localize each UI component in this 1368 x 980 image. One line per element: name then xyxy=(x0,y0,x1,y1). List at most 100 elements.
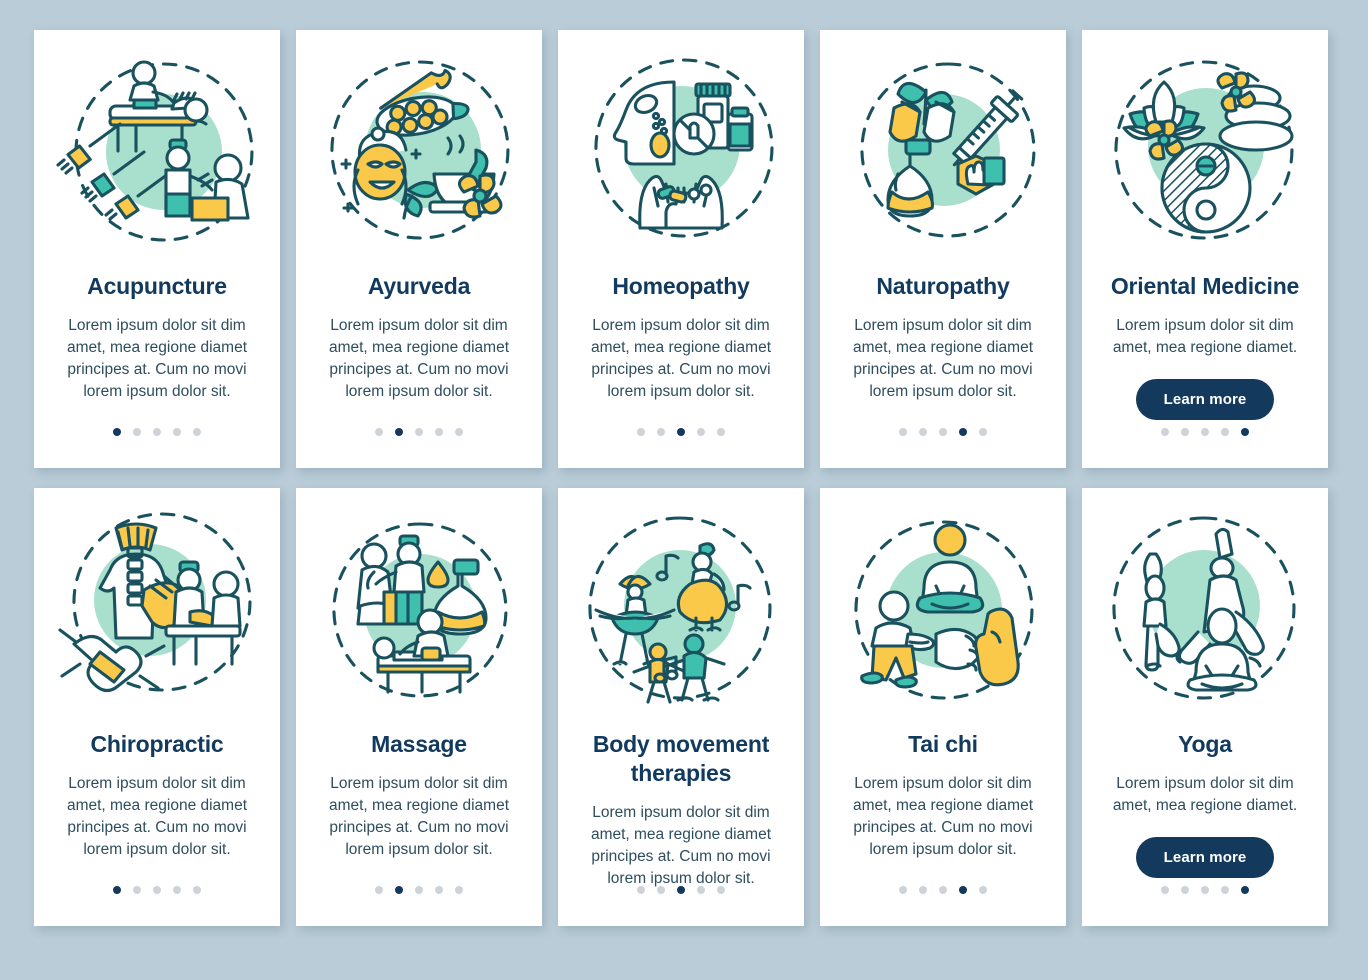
pagination-dot[interactable] xyxy=(375,886,383,894)
pagination-dot[interactable] xyxy=(193,886,201,894)
pagination-dots xyxy=(820,886,1066,894)
ayurveda-illustration xyxy=(308,42,530,256)
card-description: Lorem ipsum dolor sit dim amet, mea regi… xyxy=(590,804,772,887)
onboarding-card-ayurveda[interactable]: Ayurveda Lorem ipsum dolor sit dim amet,… xyxy=(296,30,542,468)
card-title: Chiropractic xyxy=(90,731,224,757)
pagination-dot[interactable] xyxy=(375,428,383,436)
pagination-dot[interactable] xyxy=(899,428,907,436)
pagination-dot[interactable] xyxy=(899,886,907,894)
card-description: Lorem ipsum dolor sit dim amet, mea regi… xyxy=(1112,775,1298,814)
card-description: Lorem ipsum dolor sit dim amet, mea regi… xyxy=(328,775,510,858)
pagination-dot[interactable] xyxy=(113,428,121,436)
pagination-dot[interactable] xyxy=(1161,886,1169,894)
onboarding-card-homeopathy[interactable]: Homeopathy Lorem ipsum dolor sit dim ame… xyxy=(558,30,804,468)
pagination-dots xyxy=(558,886,804,894)
pagination-dot[interactable] xyxy=(939,886,947,894)
pagination-dot[interactable] xyxy=(173,428,181,436)
pagination-dot[interactable] xyxy=(637,886,645,894)
card-title: Naturopathy xyxy=(876,273,1010,299)
card-title: Massage xyxy=(371,731,467,757)
pagination-dot[interactable] xyxy=(1201,886,1209,894)
pagination-dots xyxy=(296,886,542,894)
onboarding-screens-board: Acupuncture Lorem ipsum dolor sit dim am… xyxy=(0,0,1368,980)
pagination-dot[interactable] xyxy=(455,428,463,436)
pagination-dot[interactable] xyxy=(1181,428,1189,436)
pagination-dots xyxy=(34,428,280,436)
pagination-dot[interactable] xyxy=(1221,886,1229,894)
pagination-dot[interactable] xyxy=(173,886,181,894)
tai-chi-illustration xyxy=(832,500,1054,714)
pagination-dot[interactable] xyxy=(1201,428,1209,436)
pagination-dot[interactable] xyxy=(697,428,705,436)
pagination-dot[interactable] xyxy=(657,428,665,436)
card-title: Yoga xyxy=(1178,731,1232,757)
pagination-dot[interactable] xyxy=(415,886,423,894)
pagination-dot[interactable] xyxy=(979,886,987,894)
onboarding-card-acupuncture[interactable]: Acupuncture Lorem ipsum dolor sit dim am… xyxy=(34,30,280,468)
pagination-dot[interactable] xyxy=(1241,886,1249,894)
card-title: Acupuncture xyxy=(87,273,227,299)
pagination-dot[interactable] xyxy=(959,886,967,894)
yoga-illustration xyxy=(1094,500,1316,714)
learn-more-button[interactable]: Learn more xyxy=(1135,837,1275,878)
pagination-dot[interactable] xyxy=(677,886,685,894)
pagination-dot[interactable] xyxy=(637,428,645,436)
pagination-dot[interactable] xyxy=(919,428,927,436)
onboarding-card-massage[interactable]: Massage Lorem ipsum dolor sit dim amet, … xyxy=(296,488,542,926)
card-description: Lorem ipsum dolor sit dim amet, mea regi… xyxy=(852,317,1034,400)
pagination-dot[interactable] xyxy=(1161,428,1169,436)
acupuncture-illustration xyxy=(46,42,268,256)
pagination-dot[interactable] xyxy=(677,428,685,436)
oriental-medicine-illustration xyxy=(1094,42,1316,256)
onboarding-card-body-movement-therapies[interactable]: Body movement therapies Lorem ipsum dolo… xyxy=(558,488,804,926)
pagination-dot[interactable] xyxy=(1241,428,1249,436)
pagination-dot[interactable] xyxy=(657,886,665,894)
pagination-dot[interactable] xyxy=(919,886,927,894)
pagination-dot[interactable] xyxy=(717,428,725,436)
pagination-dot[interactable] xyxy=(133,886,141,894)
massage-illustration xyxy=(308,500,530,714)
card-title: Tai chi xyxy=(908,731,978,757)
pagination-dot[interactable] xyxy=(959,428,967,436)
pagination-dot[interactable] xyxy=(113,886,121,894)
pagination-dot[interactable] xyxy=(979,428,987,436)
onboarding-card-tai-chi[interactable]: Tai chi Lorem ipsum dolor sit dim amet, … xyxy=(820,488,1066,926)
naturopathy-illustration xyxy=(832,42,1054,256)
body-movement-therapies-illustration xyxy=(570,500,792,714)
card-description: Lorem ipsum dolor sit dim amet, mea regi… xyxy=(852,775,1034,858)
onboarding-card-oriental-medicine[interactable]: Oriental Medicine Lorem ipsum dolor sit … xyxy=(1082,30,1328,468)
pagination-dot[interactable] xyxy=(133,428,141,436)
pagination-dot[interactable] xyxy=(153,886,161,894)
pagination-dots xyxy=(820,428,1066,436)
chiropractic-illustration xyxy=(46,500,268,714)
pagination-dots xyxy=(1082,886,1328,894)
pagination-dot[interactable] xyxy=(395,428,403,436)
pagination-dot[interactable] xyxy=(435,886,443,894)
pagination-dot[interactable] xyxy=(455,886,463,894)
pagination-dots xyxy=(1082,428,1328,436)
pagination-dots xyxy=(296,428,542,436)
card-title: Oriental Medicine xyxy=(1110,273,1300,299)
card-description: Lorem ipsum dolor sit dim amet, mea regi… xyxy=(590,317,772,400)
card-description: Lorem ipsum dolor sit dim amet, mea regi… xyxy=(328,317,510,400)
card-title: Ayurveda xyxy=(367,273,471,299)
onboarding-card-naturopathy[interactable]: Naturopathy Lorem ipsum dolor sit dim am… xyxy=(820,30,1066,468)
cards-grid: Acupuncture Lorem ipsum dolor sit dim am… xyxy=(34,30,1334,926)
homeopathy-illustration xyxy=(570,42,792,256)
pagination-dot[interactable] xyxy=(1181,886,1189,894)
pagination-dot[interactable] xyxy=(395,886,403,894)
card-description: Lorem ipsum dolor sit dim amet, mea regi… xyxy=(66,775,248,858)
pagination-dots xyxy=(558,428,804,436)
onboarding-card-chiropractic[interactable]: Chiropractic Lorem ipsum dolor sit dim a… xyxy=(34,488,280,926)
pagination-dot[interactable] xyxy=(1221,428,1229,436)
pagination-dot[interactable] xyxy=(153,428,161,436)
card-description: Lorem ipsum dolor sit dim amet, mea regi… xyxy=(66,317,248,400)
learn-more-button[interactable]: Learn more xyxy=(1135,379,1275,420)
onboarding-card-yoga[interactable]: Yoga Lorem ipsum dolor sit dim amet, mea… xyxy=(1082,488,1328,926)
pagination-dot[interactable] xyxy=(717,886,725,894)
pagination-dot[interactable] xyxy=(415,428,423,436)
pagination-dot[interactable] xyxy=(939,428,947,436)
pagination-dot[interactable] xyxy=(193,428,201,436)
pagination-dot[interactable] xyxy=(435,428,443,436)
pagination-dot[interactable] xyxy=(697,886,705,894)
